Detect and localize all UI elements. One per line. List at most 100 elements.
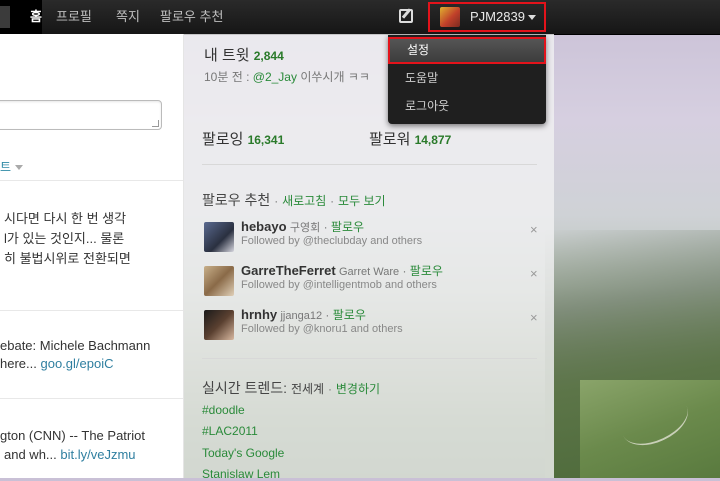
- recommend-view-all-link[interactable]: 모두 보기: [338, 194, 386, 208]
- recommendation-name: GarreTheFerret Garret Ware · 팔로우: [241, 262, 443, 279]
- separator: ·: [330, 194, 335, 208]
- followed-by-suffix: and others: [370, 235, 423, 247]
- close-icon[interactable]: ×: [530, 310, 538, 325]
- following-label: 팔로잉: [202, 131, 244, 148]
- tweet-text: 히 불법시위로 전환되면: [4, 251, 131, 266]
- divider: [202, 164, 537, 165]
- followed-by: Followed by @intelligentmob and others: [241, 279, 437, 291]
- nav-profile[interactable]: 프로필: [56, 0, 92, 34]
- follow-button[interactable]: 팔로우: [410, 264, 443, 278]
- trends-change-link[interactable]: 변경하기: [336, 382, 380, 396]
- timeline-column: 트 시다면 다시 한 번 생각 l가 있는 것인지... 물론 히 불법시위로 …: [0, 34, 183, 478]
- recommendation-real-name: jjanga12: [280, 310, 323, 322]
- my-tweets-label: 내 트윗: [204, 47, 250, 64]
- followers-stat[interactable]: 팔로워 14,877: [369, 128, 451, 149]
- recommendation-item: hrnhy jjanga12 · 팔로우 Followed by @knoru1…: [204, 306, 544, 346]
- recommendation-screen-name[interactable]: GarreTheFerret: [241, 263, 336, 278]
- account-username[interactable]: PJM2839: [470, 0, 525, 34]
- tweet-text-fragment: here...: [0, 356, 37, 371]
- close-icon[interactable]: ×: [530, 222, 538, 237]
- tweet-text-fragment: and wh...: [4, 447, 57, 462]
- nav-home[interactable]: 홈: [0, 0, 42, 34]
- followed-by-user[interactable]: @theclubday: [303, 235, 367, 247]
- recommendation-real-name: 구영회: [289, 222, 321, 234]
- avatar[interactable]: [204, 310, 234, 340]
- recommend-header: 팔로우 추천 · 새로고침 · 모두 보기: [202, 190, 386, 210]
- followed-by: Followed by @knoru1 and others: [241, 323, 403, 335]
- followers-count: 14,877: [414, 133, 452, 147]
- separator: ·: [327, 382, 332, 396]
- followed-by-prefix: Followed by: [241, 323, 300, 335]
- following-stat[interactable]: 팔로잉 16,341: [202, 128, 284, 149]
- followed-by-suffix: and others: [350, 323, 403, 335]
- separator: ·: [325, 308, 330, 322]
- recommendation-item: hebayo 구영회 · 팔로우 Followed by @theclubday…: [204, 218, 544, 258]
- last-tweet-text: 이쑤시개 ㅋㅋ: [300, 70, 370, 84]
- nav-left-edge: [0, 6, 10, 28]
- menu-item-help[interactable]: 도움말: [388, 65, 546, 92]
- timeline-tab-label: 트: [0, 160, 12, 174]
- tweet-text: ebate: Michele Bachmann: [0, 338, 151, 353]
- trends-title: 실시간 트렌드:: [202, 380, 288, 396]
- menu-item-logout[interactable]: 로그아웃: [388, 93, 546, 120]
- tweet-text: l가 있는 것인지... 물론: [4, 231, 125, 246]
- last-tweet-time: 10분 전 :: [204, 70, 250, 84]
- follow-button[interactable]: 팔로우: [331, 220, 364, 234]
- followed-by-prefix: Followed by: [241, 235, 300, 247]
- tweet-text: and wh... bit.ly/veJzmu: [4, 447, 136, 462]
- following-count: 16,341: [247, 133, 285, 147]
- recommendation-screen-name[interactable]: hrnhy: [241, 307, 277, 322]
- trend-item[interactable]: Today's Google: [202, 446, 284, 460]
- menu-item-settings[interactable]: 설정: [388, 37, 546, 64]
- followed-by-prefix: Followed by: [241, 279, 300, 291]
- chevron-down-icon[interactable]: [528, 15, 536, 20]
- nav-home-label: 홈: [30, 9, 42, 24]
- tweet-compose-box[interactable]: [0, 100, 162, 130]
- trend-item[interactable]: #LAC2011: [202, 424, 258, 438]
- divider: [202, 358, 537, 359]
- top-navigation-bar: 홈 프로필 쪽지 팔로우 추천 PJM2839: [0, 0, 720, 35]
- followed-by: Followed by @theclubday and others: [241, 235, 422, 247]
- divider: [0, 180, 183, 181]
- separator: ·: [274, 194, 279, 208]
- compose-icon[interactable]: [399, 9, 413, 23]
- followed-by-user[interactable]: @intelligentmob: [303, 279, 382, 291]
- my-tweets-stat[interactable]: 내 트윗 2,844: [204, 44, 284, 65]
- tweet-text: 시다면 다시 한 번 생각: [4, 211, 127, 226]
- recommendation-item: GarreTheFerret Garret Ware · 팔로우 Followe…: [204, 262, 544, 302]
- resize-grip-icon[interactable]: [152, 120, 159, 127]
- follow-button[interactable]: 팔로우: [333, 308, 366, 322]
- followers-label: 팔로워: [369, 131, 411, 148]
- account-dropdown-menu: 설정 도움말 로그아웃: [388, 35, 546, 124]
- divider: [0, 398, 183, 399]
- trends-header: 실시간 트렌드: 전세계 · 변경하기: [202, 378, 380, 398]
- nav-messages[interactable]: 쪽지: [116, 0, 140, 34]
- trend-item[interactable]: #doodle: [202, 403, 245, 417]
- followed-by-user[interactable]: @knoru1: [303, 323, 348, 335]
- trends-scope: 전세계: [290, 382, 325, 396]
- nav-who-to-follow[interactable]: 팔로우 추천: [160, 0, 223, 34]
- recommendation-name: hrnhy jjanga12 · 팔로우: [241, 306, 366, 323]
- my-tweets-count: 2,844: [253, 49, 284, 63]
- recommend-refresh-link[interactable]: 새로고침: [282, 194, 326, 208]
- recommendation-screen-name[interactable]: hebayo: [241, 219, 287, 234]
- last-tweet: 10분 전 : @2_Jay 이쑤시개 ㅋㅋ: [204, 68, 370, 85]
- followed-by-suffix: and others: [384, 279, 437, 291]
- avatar[interactable]: [204, 266, 234, 296]
- separator: ·: [402, 264, 407, 278]
- tweet-text: gton (CNN) -- The Patriot: [0, 428, 145, 443]
- recommendation-real-name: Garret Ware: [339, 266, 400, 278]
- chevron-down-icon: [15, 165, 24, 171]
- divider: [0, 310, 183, 311]
- recommendation-name: hebayo 구영회 · 팔로우: [241, 218, 364, 235]
- tweet-text: here... goo.gl/epoiC: [0, 356, 113, 371]
- tweet-link[interactable]: goo.gl/epoiC: [40, 356, 113, 371]
- trend-item[interactable]: Stanislaw Lem: [202, 467, 280, 481]
- recommend-title: 팔로우 추천: [202, 192, 271, 208]
- avatar[interactable]: [440, 7, 460, 27]
- avatar[interactable]: [204, 222, 234, 252]
- close-icon[interactable]: ×: [530, 266, 538, 281]
- tweet-link[interactable]: bit.ly/veJzmu: [60, 447, 135, 462]
- timeline-tab[interactable]: 트: [0, 158, 24, 175]
- last-tweet-mention[interactable]: @2_Jay: [253, 70, 297, 84]
